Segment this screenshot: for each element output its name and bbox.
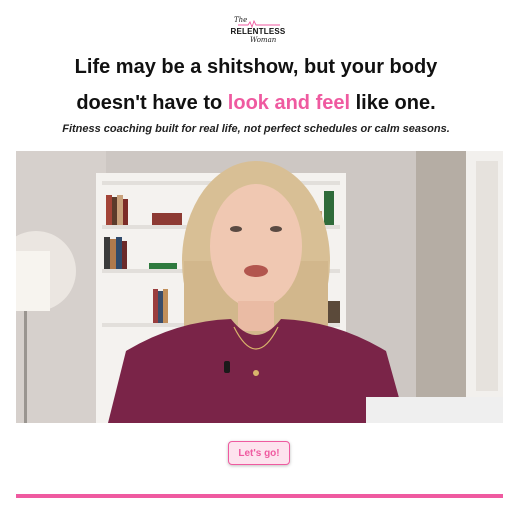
video-player[interactable] xyxy=(16,151,503,423)
video-frame xyxy=(16,151,503,423)
brand-logo[interactable]: The RELENTLESS Woman xyxy=(226,14,290,48)
headline-accent: look and feel xyxy=(227,92,351,114)
logo-brand-text: RELENTLESS xyxy=(230,27,286,36)
headline-line-1: Life may be a shitshow, but your body xyxy=(74,56,438,78)
headline-line-2: doesn't have to look and feel like one. xyxy=(0,92,512,115)
headline-line-2-start: doesn't have to xyxy=(76,92,228,114)
headline-line-2-end: like one. xyxy=(350,92,436,114)
pink-divider xyxy=(16,494,503,498)
subheadline: Fitness coaching built for real life, no… xyxy=(62,123,450,135)
logo-women-text: Woman xyxy=(250,36,277,44)
lets-go-button[interactable]: Let's go! xyxy=(228,441,290,465)
